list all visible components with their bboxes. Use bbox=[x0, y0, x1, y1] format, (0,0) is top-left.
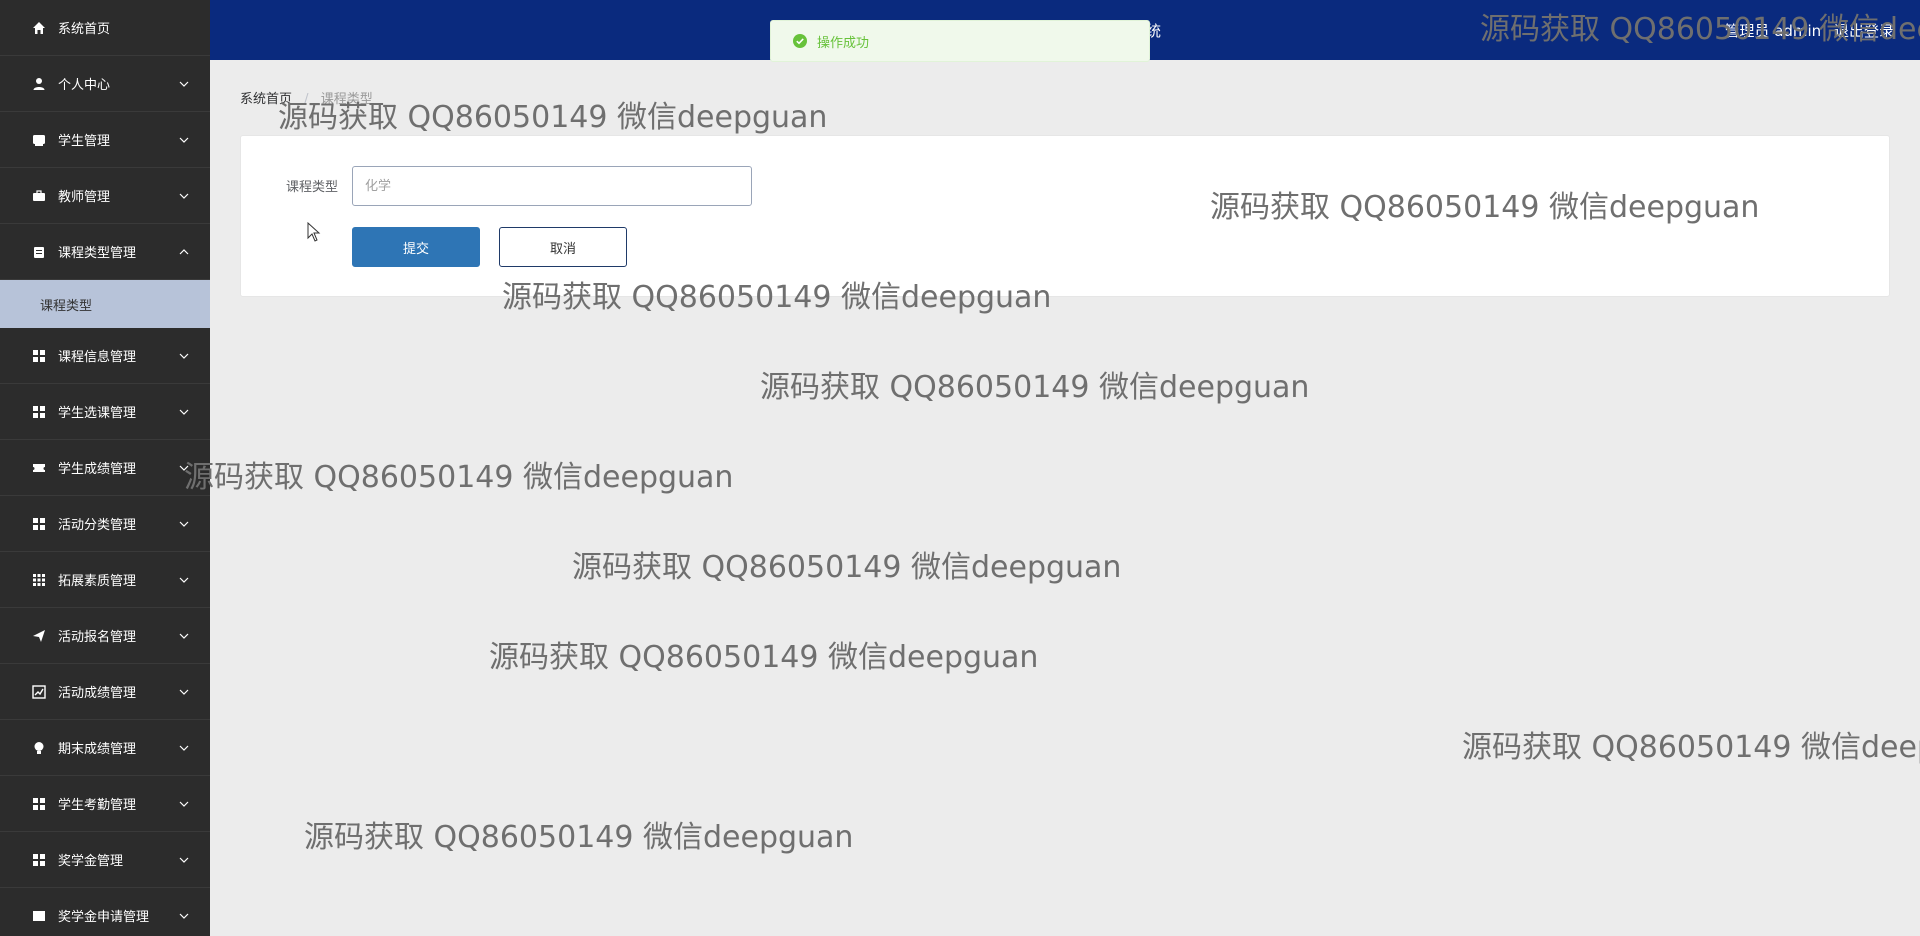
sidebar-item-label: 学生考勤管理 bbox=[58, 798, 137, 813]
watermark: 源码获取 QQ86050149 微信deepguan bbox=[304, 820, 854, 855]
sidebar-item[interactable]: 奖学金申请管理 bbox=[0, 888, 210, 936]
paper-plane-icon bbox=[32, 629, 46, 643]
breadcrumb-current: 课程类型 bbox=[320, 92, 373, 107]
sidebar-item-label: 活动报名管理 bbox=[58, 630, 137, 645]
sidebar-item[interactable]: 奖学金管理 bbox=[0, 832, 210, 888]
chevron-down-icon bbox=[178, 518, 190, 530]
chevron-down-icon bbox=[178, 854, 190, 866]
submit-button[interactable]: 提交 bbox=[352, 227, 480, 267]
chevron-down-icon bbox=[178, 910, 190, 922]
sidebar-item[interactable]: 教师管理 bbox=[0, 168, 210, 224]
square-icon bbox=[32, 909, 46, 923]
chevron-down-icon bbox=[178, 742, 190, 754]
logout-link[interactable]: 退出登录 bbox=[1834, 22, 1894, 40]
sidebar-item[interactable]: 活动报名管理 bbox=[0, 608, 210, 664]
sidebar-item-label: 教师管理 bbox=[58, 190, 111, 205]
sidebar-item-label: 奖学金管理 bbox=[58, 854, 124, 869]
sidebar: 系统首页个人中心学生管理教师管理课程类型管理课程类型课程信息管理 学生选课管理 学生… bbox=[0, 0, 210, 936]
sidebar-item-label: 活动成绩管理 bbox=[58, 686, 137, 701]
chevron-up-icon bbox=[178, 246, 190, 258]
course-type-label: 课程类型 bbox=[286, 180, 339, 195]
chevron-down-icon bbox=[178, 190, 190, 202]
grid-icon bbox=[32, 853, 46, 867]
breadcrumb-separator: / bbox=[304, 92, 309, 107]
form-card: 课程类型 提交 取消 bbox=[240, 135, 1890, 297]
chevron-down-icon bbox=[178, 406, 190, 418]
grid-icon bbox=[32, 405, 46, 419]
briefcase-icon bbox=[32, 189, 46, 203]
grid-icon bbox=[32, 349, 46, 363]
chevron-down-icon bbox=[178, 798, 190, 810]
sidebar-item-label: 活动分类管理 bbox=[58, 518, 137, 533]
sidebar-item-label: 个人中心 bbox=[58, 78, 111, 93]
sidebar-item[interactable]: 系统首页 bbox=[0, 0, 210, 56]
watermark: 源码获取 QQ86050149 微信deepguan bbox=[489, 640, 1039, 675]
clipboard-icon bbox=[32, 245, 46, 259]
sidebar-item-label: 系统首页 bbox=[58, 22, 111, 37]
sidebar-item[interactable]: 课程信息管理 bbox=[0, 328, 210, 384]
chevron-down-icon bbox=[178, 462, 190, 474]
watermark: 源码获取 QQ86050149 微信deepguan bbox=[572, 550, 1122, 585]
grid-icon bbox=[32, 517, 46, 531]
chart-icon bbox=[32, 684, 46, 699]
success-toast: 操作成功 bbox=[770, 20, 1150, 62]
card-icon bbox=[32, 133, 46, 147]
sidebar-item-label: 拓展素质管理 bbox=[58, 574, 137, 589]
watermark: 源码获取 QQ86050149 微信deepguan bbox=[760, 370, 1310, 405]
grid-icon bbox=[32, 797, 46, 811]
sidebar-subitem-label: 课程类型 bbox=[40, 298, 93, 314]
sidebar-item[interactable]: 活动成绩管理 bbox=[0, 664, 210, 720]
chevron-down-icon bbox=[178, 686, 190, 698]
home-icon bbox=[32, 21, 46, 35]
user-area: 管理员 admin 退出登录 bbox=[1716, 20, 1894, 41]
chevron-down-icon bbox=[178, 350, 190, 362]
sidebar-item-label: 课程信息管理 bbox=[58, 350, 137, 365]
sidebar-item[interactable]: 学生管理 bbox=[0, 112, 210, 168]
mouse-cursor-icon bbox=[307, 221, 321, 246]
breadcrumb-home[interactable]: 系统首页 bbox=[240, 92, 292, 107]
ticket-icon bbox=[32, 461, 46, 475]
sidebar-item[interactable]: 个人中心 bbox=[0, 56, 210, 112]
sidebar-item-label: 学生选课管理 bbox=[58, 406, 137, 421]
cancel-button[interactable]: 取消 bbox=[499, 227, 627, 267]
toast-message: 操作成功 bbox=[817, 35, 870, 51]
sidebar-item-label: 奖学金申请管理 bbox=[58, 910, 150, 925]
sidebar-item[interactable]: 拓展素质管理 bbox=[0, 552, 210, 608]
course-type-input[interactable] bbox=[352, 166, 752, 206]
apps-icon bbox=[32, 573, 46, 587]
check-circle-icon bbox=[793, 34, 807, 48]
bulb-icon bbox=[32, 741, 46, 755]
sidebar-item[interactable]: 学生考勤管理 bbox=[0, 776, 210, 832]
chevron-down-icon bbox=[178, 78, 190, 90]
chevron-down-icon bbox=[178, 134, 190, 146]
watermark: 源码获取 QQ86050149 微信deepguan bbox=[184, 460, 734, 495]
user-icon bbox=[32, 77, 46, 91]
sidebar-item[interactable]: 学生选课管理 bbox=[0, 384, 210, 440]
sidebar-item-label: 课程类型管理 bbox=[58, 246, 137, 261]
sidebar-item[interactable]: 期末成绩管理 bbox=[0, 720, 210, 776]
sidebar-item-label: 期末成绩管理 bbox=[58, 742, 137, 757]
watermark: 源码获取 QQ86050149 微信deepguan bbox=[1462, 730, 1920, 765]
sidebar-subitem-course-type[interactable]: 课程类型 bbox=[0, 280, 210, 328]
breadcrumb: 系统首页 / 课程类型 bbox=[240, 88, 373, 107]
sidebar-item-label: 学生管理 bbox=[58, 134, 111, 149]
chevron-down-icon bbox=[178, 574, 190, 586]
sidebar-item[interactable]: 学生成绩管理 bbox=[0, 440, 210, 496]
user-name: 管理员 admin bbox=[1724, 22, 1822, 40]
sidebar-item-label: 学生成绩管理 bbox=[58, 462, 137, 477]
chevron-down-icon bbox=[178, 630, 190, 642]
sidebar-item[interactable]: 课程类型管理 bbox=[0, 224, 210, 280]
sidebar-item[interactable]: 活动分类管理 bbox=[0, 496, 210, 552]
